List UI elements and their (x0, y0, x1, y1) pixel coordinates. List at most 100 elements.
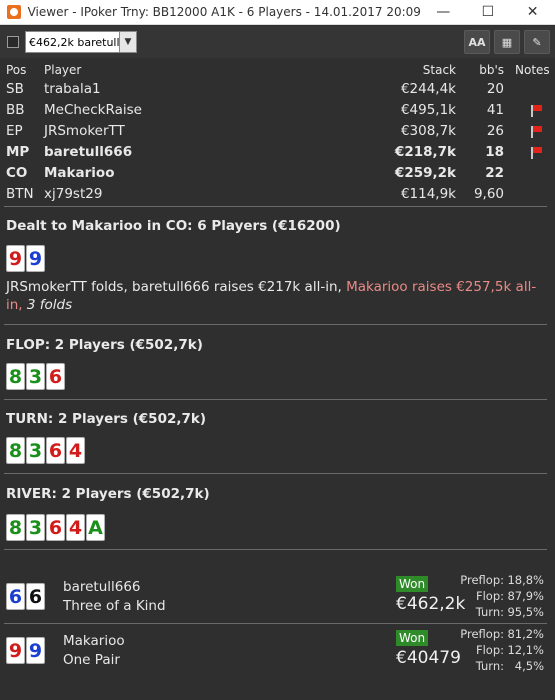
player-row[interactable]: BB MeCheckRaise €495,1k 41 (0, 100, 555, 121)
divider (4, 399, 547, 400)
hole-cards: 99 (6, 245, 45, 272)
divider (4, 623, 547, 624)
stat-label: Flop: (475, 643, 504, 657)
playing-card: 4 (66, 437, 85, 464)
playing-card: 6 (46, 363, 65, 390)
header-bbs[interactable]: bb's (464, 62, 504, 79)
showdown-cards: 99 (6, 637, 45, 664)
player-bbs: 20 (486, 81, 504, 97)
playing-card: 9 (26, 245, 45, 272)
stat-value: 18,8% (507, 573, 544, 587)
playing-card: 6 (46, 437, 65, 464)
player-name: Makarioo (44, 165, 115, 181)
minimize-button[interactable]: — (421, 0, 466, 25)
player-stack: €244,4k (400, 81, 456, 97)
playing-card: 4 (66, 514, 85, 541)
player-bbs: 26 (486, 123, 504, 139)
font-size-button[interactable]: AA (464, 30, 490, 54)
header-stack[interactable]: Stack (423, 62, 456, 79)
playing-card: A (86, 514, 105, 541)
player-row[interactable]: SB trabala1 €244,4k 20 (0, 79, 555, 100)
player-stack: €259,2k (394, 165, 456, 181)
flop-title: FLOP: 2 Players (€502,7k) (6, 337, 203, 353)
player-pos: SB (6, 81, 24, 97)
turn-title: TURN: 2 Players (€502,7k) (6, 411, 207, 427)
playing-card: 9 (6, 637, 25, 664)
header-player[interactable]: Player (44, 62, 81, 79)
stat-label: Turn: (475, 605, 504, 619)
player-row[interactable]: CO Makarioo €259,2k 22 (0, 163, 555, 184)
player-bbs: 18 (485, 144, 504, 160)
players-header: Pos Player Stack bb's Notes (0, 62, 555, 79)
stat-label: Preflop: (460, 573, 504, 587)
preflop-title: Dealt to Makarioo in CO: 6 Players (€162… (6, 218, 341, 234)
stat-value: 12,1% (507, 643, 544, 657)
river-title: RIVER: 2 Players (€502,7k) (6, 486, 210, 502)
player-pos: BB (6, 102, 25, 118)
river-cards: 8364A (6, 514, 105, 541)
folds-text: 3 folds (22, 297, 73, 313)
player-pos: EP (6, 123, 23, 139)
player-name: baretull666 (44, 144, 133, 160)
note-flag-icon[interactable] (531, 147, 543, 159)
select-checkbox[interactable] (7, 36, 19, 48)
stat-label: Turn: (475, 659, 504, 673)
stat-label: Preflop: (460, 627, 504, 641)
playing-card: 3 (26, 514, 45, 541)
hand-selector[interactable]: €462,2k baretull666 (25, 31, 120, 53)
flop-cards: 836 (6, 363, 65, 390)
player-pos: MP (6, 144, 30, 160)
player-row[interactable]: EP JRSmokerTT €308,7k 26 (0, 121, 555, 142)
showdown-hand: Three of a Kind (63, 598, 166, 614)
player-name: xj79st29 (44, 186, 103, 202)
players-table: Pos Player Stack bb's Notes SB trabala1 €2… (0, 62, 555, 205)
player-bbs: 22 (485, 165, 504, 181)
window-title: Viewer - IPoker Trny: BB12000 A1K - 6 Pl… (27, 5, 421, 19)
maximize-button[interactable]: ☐ (466, 0, 511, 25)
action-text: JRSmokerTT folds, baretull666 raises €21… (6, 279, 347, 295)
player-pos: BTN (6, 186, 34, 202)
header-pos[interactable]: Pos (6, 62, 26, 79)
chevron-down-icon[interactable]: ▼ (120, 31, 137, 53)
playing-card: 8 (6, 514, 25, 541)
player-row[interactable]: BTN xj79st29 €114,9k 9,60 (0, 184, 555, 205)
toolbar: €462,2k baretull666 ▼ AA ▦ ✎ (0, 26, 555, 58)
showdown-player: baretull666 (63, 579, 141, 595)
divider (4, 549, 547, 550)
stat-value: 87,9% (507, 589, 544, 603)
player-bbs: 41 (486, 102, 504, 118)
stat-value: 81,2% (507, 627, 544, 641)
player-bbs: 9,60 (473, 186, 504, 202)
divider (4, 473, 547, 474)
showdown-player: Makarioo (63, 633, 125, 649)
player-stack: €495,1k (400, 102, 456, 118)
divider (4, 206, 547, 207)
turn-cards: 8364 (6, 437, 85, 464)
player-pos: CO (6, 165, 28, 181)
playing-card: 3 (26, 437, 45, 464)
preflop-action: JRSmokerTT folds, baretull666 raises €21… (6, 278, 546, 314)
edit-icon[interactable]: ✎ (524, 30, 550, 54)
grid-icon[interactable]: ▦ (494, 30, 520, 54)
close-button[interactable]: ✕ (510, 0, 555, 25)
playing-card: 8 (6, 363, 25, 390)
note-flag-icon[interactable] (531, 126, 543, 138)
playing-card: 3 (26, 363, 45, 390)
title-bar: Viewer - IPoker Trny: BB12000 A1K - 6 Pl… (0, 0, 555, 25)
playing-card: 6 (6, 583, 25, 610)
player-stack: €218,7k (394, 144, 456, 160)
showdown-hand: One Pair (63, 652, 120, 668)
playing-card: 6 (26, 583, 45, 610)
player-name: MeCheckRaise (44, 102, 142, 118)
player-row[interactable]: MP baretull666 €218,7k 18 (0, 142, 555, 163)
player-stack: €308,7k (400, 123, 456, 139)
header-notes[interactable]: Notes (515, 62, 550, 79)
stat-label: Flop: (475, 589, 504, 603)
stat-value: 95,5% (507, 605, 544, 619)
stat-value: 4,5% (514, 659, 544, 673)
player-stack: €114,9k (400, 186, 456, 202)
divider (4, 324, 547, 325)
app-logo-icon (7, 5, 21, 19)
playing-card: 6 (46, 514, 65, 541)
note-flag-icon[interactable] (531, 105, 543, 117)
